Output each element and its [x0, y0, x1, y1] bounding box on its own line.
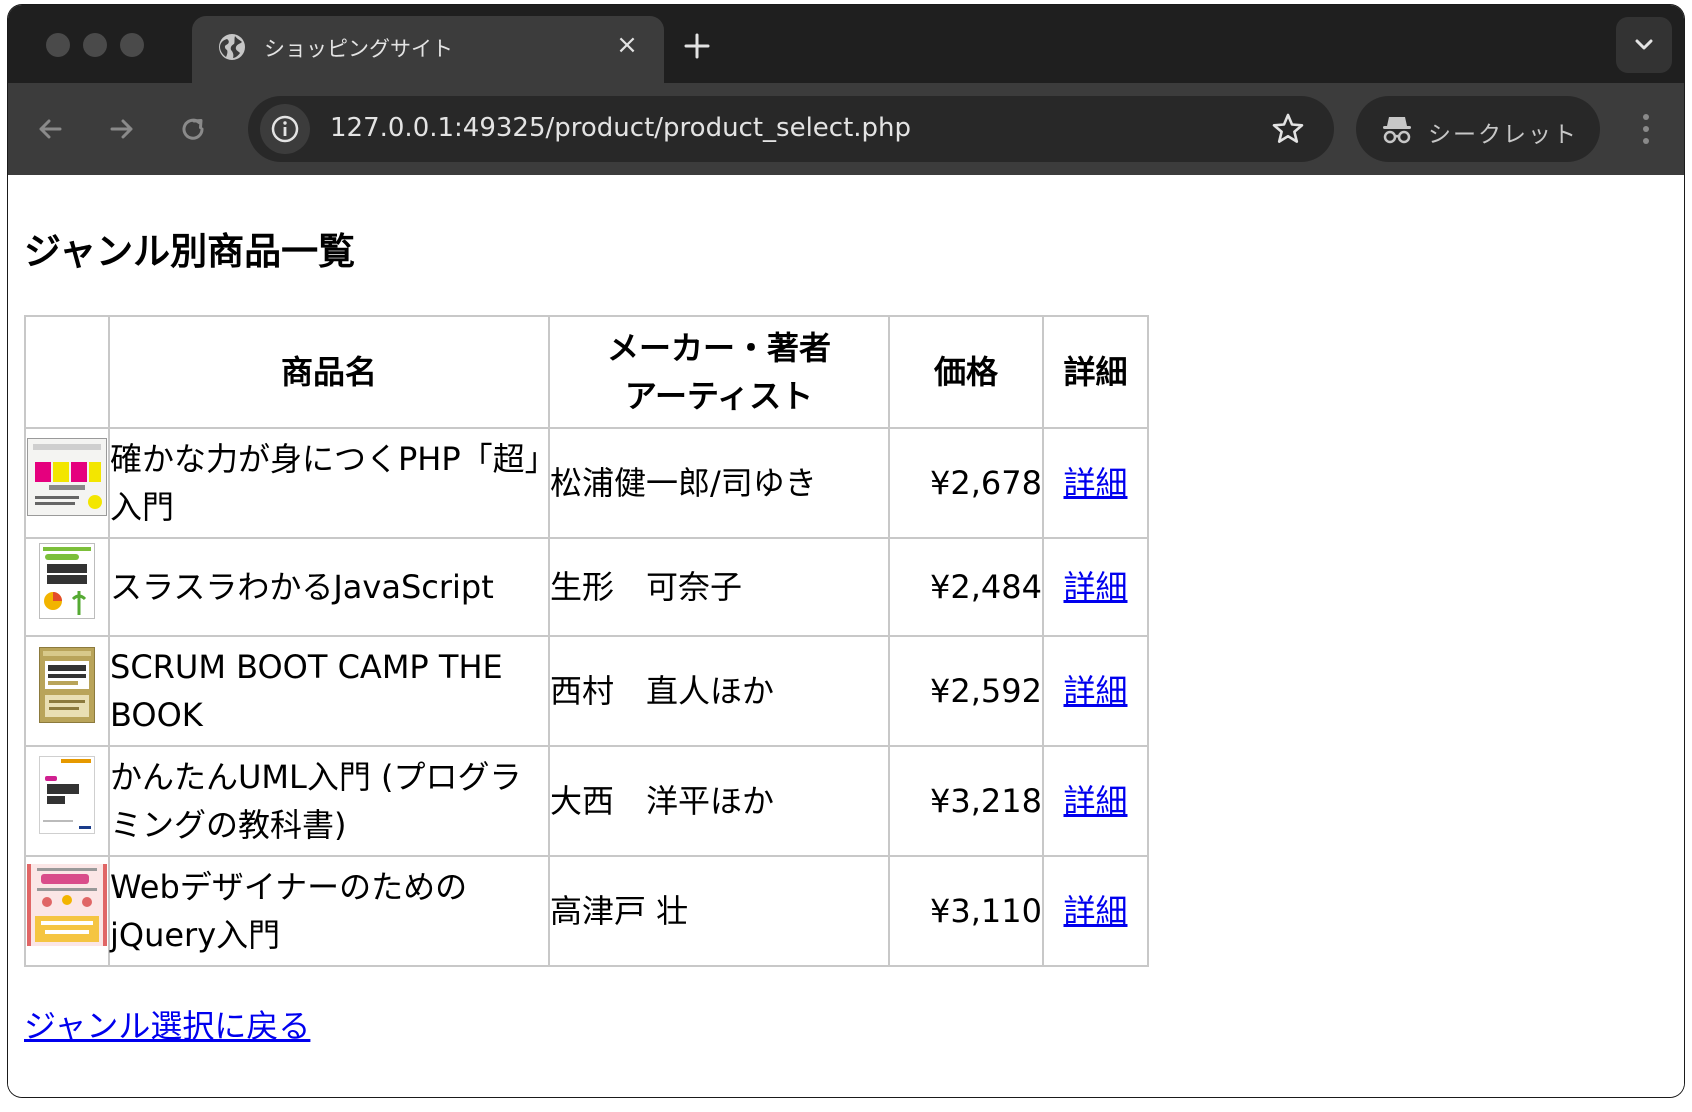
globe-icon [219, 34, 245, 60]
product-price: ¥2,678 [888, 427, 1044, 539]
product-maker: 松浦健一郎/司ゆき [548, 427, 890, 539]
product-thumbnail [24, 855, 110, 967]
header-maker: メーカー・著者 アーティスト [548, 315, 890, 429]
product-name: スラスラわかるJavaScript [108, 537, 550, 637]
book-cover-php [27, 437, 107, 516]
detail-link[interactable]: 詳細 [1063, 892, 1127, 930]
header-maker-line2: アーティスト [624, 377, 814, 415]
detail-link[interactable]: 詳細 [1063, 782, 1127, 820]
toolbar: 127.0.0.1:49325/product/product_select.p… [8, 83, 1684, 175]
header-detail: 詳細 [1042, 315, 1149, 429]
header-maker-line1: メーカー・著者 [606, 329, 831, 367]
table-row: Webデザイナーのための jQuery入門 高津戸 壮 ¥3,110 詳細 [24, 855, 1149, 967]
close-icon[interactable]: × [612, 30, 642, 60]
kebab-menu-icon[interactable] [1640, 111, 1652, 147]
product-name: SCRUM BOOT CAMP THE BOOK [108, 635, 550, 747]
info-icon [271, 115, 299, 143]
browser-window: ショッピングサイト × 127.0.0.1:49325/product/prod… [8, 5, 1684, 1097]
table-row: SCRUM BOOT CAMP THE BOOK 西村 直人ほか ¥2,592 … [24, 635, 1149, 747]
product-name: 確かな力が身につくPHP「超」入門 [108, 427, 550, 539]
site-info-button[interactable] [260, 104, 310, 154]
product-price: ¥2,484 [888, 537, 1044, 637]
active-tab[interactable]: ショッピングサイト × [192, 16, 664, 83]
tab-title: ショッピングサイト [264, 37, 453, 61]
address-bar[interactable]: 127.0.0.1:49325/product/product_select.p… [248, 96, 1334, 162]
product-thumbnail [24, 537, 110, 637]
forward-arrow-icon[interactable] [104, 111, 140, 147]
product-thumbnail [24, 635, 110, 747]
detail-link[interactable]: 詳細 [1063, 464, 1127, 502]
book-cover-scrum [39, 646, 95, 723]
product-maker: 生形 可奈子 [548, 537, 890, 637]
table-header-row: 商品名 メーカー・著者 アーティスト 価格 詳細 [24, 315, 1149, 429]
product-maker: 大西 洋平ほか [548, 745, 890, 857]
chevron-down-icon [1635, 39, 1653, 50]
product-table: 商品名 メーカー・著者 アーティスト 価格 詳細 確かな力が身につくPHP「超」… [24, 315, 1149, 967]
detail-cell: 詳細 [1042, 427, 1149, 539]
table-row: かんたんUML入門 (プログラミングの教科書) 大西 洋平ほか ¥3,218 詳… [24, 745, 1149, 857]
back-to-genre-link[interactable]: ジャンル選択に戻る [24, 1001, 310, 1047]
tab-strip: ショッピングサイト × [8, 5, 1684, 83]
detail-cell: 詳細 [1042, 635, 1149, 747]
window-minimize-button[interactable] [83, 33, 107, 57]
window-zoom-button[interactable] [120, 33, 144, 57]
window-close-button[interactable] [46, 33, 70, 57]
header-name: 商品名 [108, 315, 550, 429]
product-maker: 西村 直人ほか [548, 635, 890, 747]
incognito-label: シークレット [1428, 122, 1578, 148]
page-content: ジャンル別商品一覧 商品名 メーカー・著者 アーティスト 価格 詳細 確かな力が… [8, 175, 1684, 1097]
star-icon[interactable] [1270, 111, 1306, 147]
book-cover-jquery [27, 863, 107, 946]
url-text: 127.0.0.1:49325/product/product_select.p… [330, 113, 912, 143]
detail-link[interactable]: 詳細 [1063, 568, 1127, 606]
tab-search-button[interactable] [1616, 17, 1672, 73]
book-cover-javascript [39, 542, 95, 619]
incognito-icon [1383, 117, 1411, 144]
reload-icon[interactable] [175, 111, 211, 147]
detail-cell: 詳細 [1042, 855, 1149, 967]
detail-link[interactable]: 詳細 [1063, 672, 1127, 710]
back-arrow-icon[interactable] [32, 111, 68, 147]
table-row: スラスラわかるJavaScript 生形 可奈子 ¥2,484 詳細 [24, 537, 1149, 637]
product-maker: 高津戸 壮 [548, 855, 890, 967]
table-row: 確かな力が身につくPHP「超」入門 松浦健一郎/司ゆき ¥2,678 詳細 [24, 427, 1149, 539]
product-price: ¥3,218 [888, 745, 1044, 857]
product-thumbnail [24, 745, 110, 857]
detail-cell: 詳細 [1042, 745, 1149, 857]
incognito-indicator[interactable]: シークレット [1356, 96, 1600, 162]
product-price: ¥2,592 [888, 635, 1044, 747]
product-thumbnail [24, 427, 110, 539]
header-image [24, 315, 110, 429]
header-price: 価格 [888, 315, 1044, 429]
plus-icon[interactable] [680, 29, 714, 63]
detail-cell: 詳細 [1042, 537, 1149, 637]
product-name: Webデザイナーのための jQuery入門 [108, 855, 550, 967]
product-name: かんたんUML入門 (プログラミングの教科書) [108, 745, 550, 857]
product-price: ¥3,110 [888, 855, 1044, 967]
page-title: ジャンル別商品一覧 [24, 230, 356, 273]
book-cover-uml [39, 755, 95, 834]
